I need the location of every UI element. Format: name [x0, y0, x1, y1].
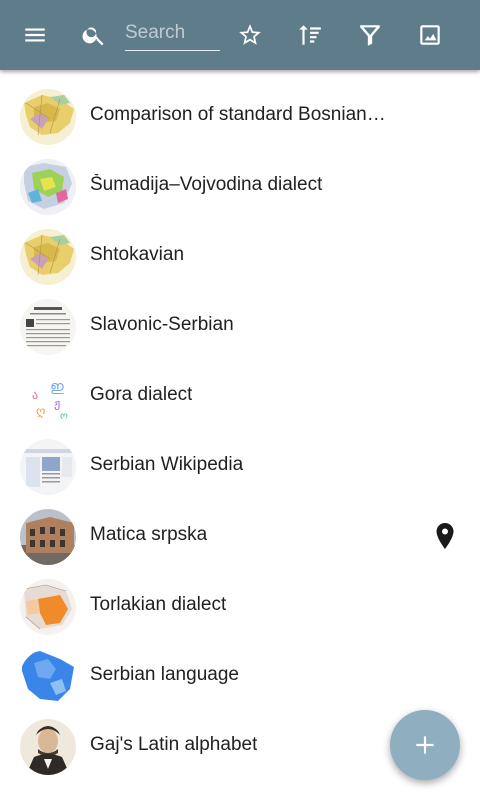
article-thumbnail [20, 719, 76, 775]
list-item[interactable]: Matica srpska [0, 500, 480, 570]
article-title: Serbian language [90, 664, 239, 685]
image-icon [420, 25, 440, 45]
sort-icon [299, 25, 321, 45]
svg-text:ა: ა [32, 388, 38, 402]
svg-text:ഇ: ഇ [50, 379, 64, 395]
article-thumbnail [20, 579, 76, 635]
article-title: Gora dialect [90, 384, 193, 405]
menu-button[interactable] [15, 15, 55, 55]
article-title: Comparison of standard Bosnian, Croatian… [90, 104, 390, 125]
list-item[interactable]: Šumadija–Vojvodina dialect [0, 150, 480, 220]
article-thumbnail [20, 159, 76, 215]
article-title: Shtokavian [90, 244, 185, 265]
article-thumbnail [20, 89, 76, 145]
image-toggle-button[interactable] [410, 15, 450, 55]
article-thumbnail [20, 299, 76, 355]
article-list: Comparison of standard Bosnian, Croatian… [0, 70, 480, 800]
plus-icon [416, 736, 434, 754]
list-item[interactable]: Serbian language [0, 640, 480, 710]
favorites-button[interactable] [230, 15, 270, 55]
article-title: Serbian Wikipedia [90, 454, 244, 475]
article-title: Slavonic-Serbian [90, 314, 234, 335]
map-pin-icon [436, 523, 454, 549]
article-thumbnail [20, 649, 76, 705]
filter-icon [360, 25, 380, 46]
filter-button[interactable] [350, 15, 390, 55]
search-button[interactable] [74, 15, 114, 55]
article-thumbnail [20, 229, 76, 285]
star-outline-icon [239, 24, 261, 45]
sort-button[interactable] [290, 15, 330, 55]
app-toolbar [0, 0, 480, 70]
article-title: Šumadija–Vojvodina dialect [90, 174, 323, 195]
svg-text:ღ: ღ [36, 404, 45, 418]
article-thumbnail [20, 509, 76, 565]
article-title: Matica srpska [90, 524, 208, 545]
svg-text:ჟ: ჟ [54, 396, 60, 410]
article-title: Torlakian dialect [90, 594, 227, 615]
location-button[interactable] [433, 522, 457, 550]
search-icon [82, 27, 104, 46]
list-item[interactable]: ഇ ა ჟ ღ ო Gora dialect [0, 360, 480, 430]
add-button[interactable] [390, 710, 460, 780]
article-title: Gaj's Latin alphabet [90, 734, 258, 755]
article-thumbnail [20, 439, 76, 495]
svg-text:ო: ო [60, 411, 68, 422]
menu-icon [25, 28, 45, 42]
list-item[interactable]: Torlakian dialect [0, 570, 480, 640]
list-item[interactable]: Serbian Wikipedia [0, 430, 480, 500]
search-input[interactable] [125, 15, 220, 51]
list-item[interactable]: Comparison of standard Bosnian, Croatian… [0, 80, 480, 150]
list-item[interactable]: Shtokavian [0, 220, 480, 290]
list-item[interactable]: Slavonic-Serbian [0, 290, 480, 360]
article-thumbnail: ഇ ა ჟ ღ ო [20, 369, 76, 425]
